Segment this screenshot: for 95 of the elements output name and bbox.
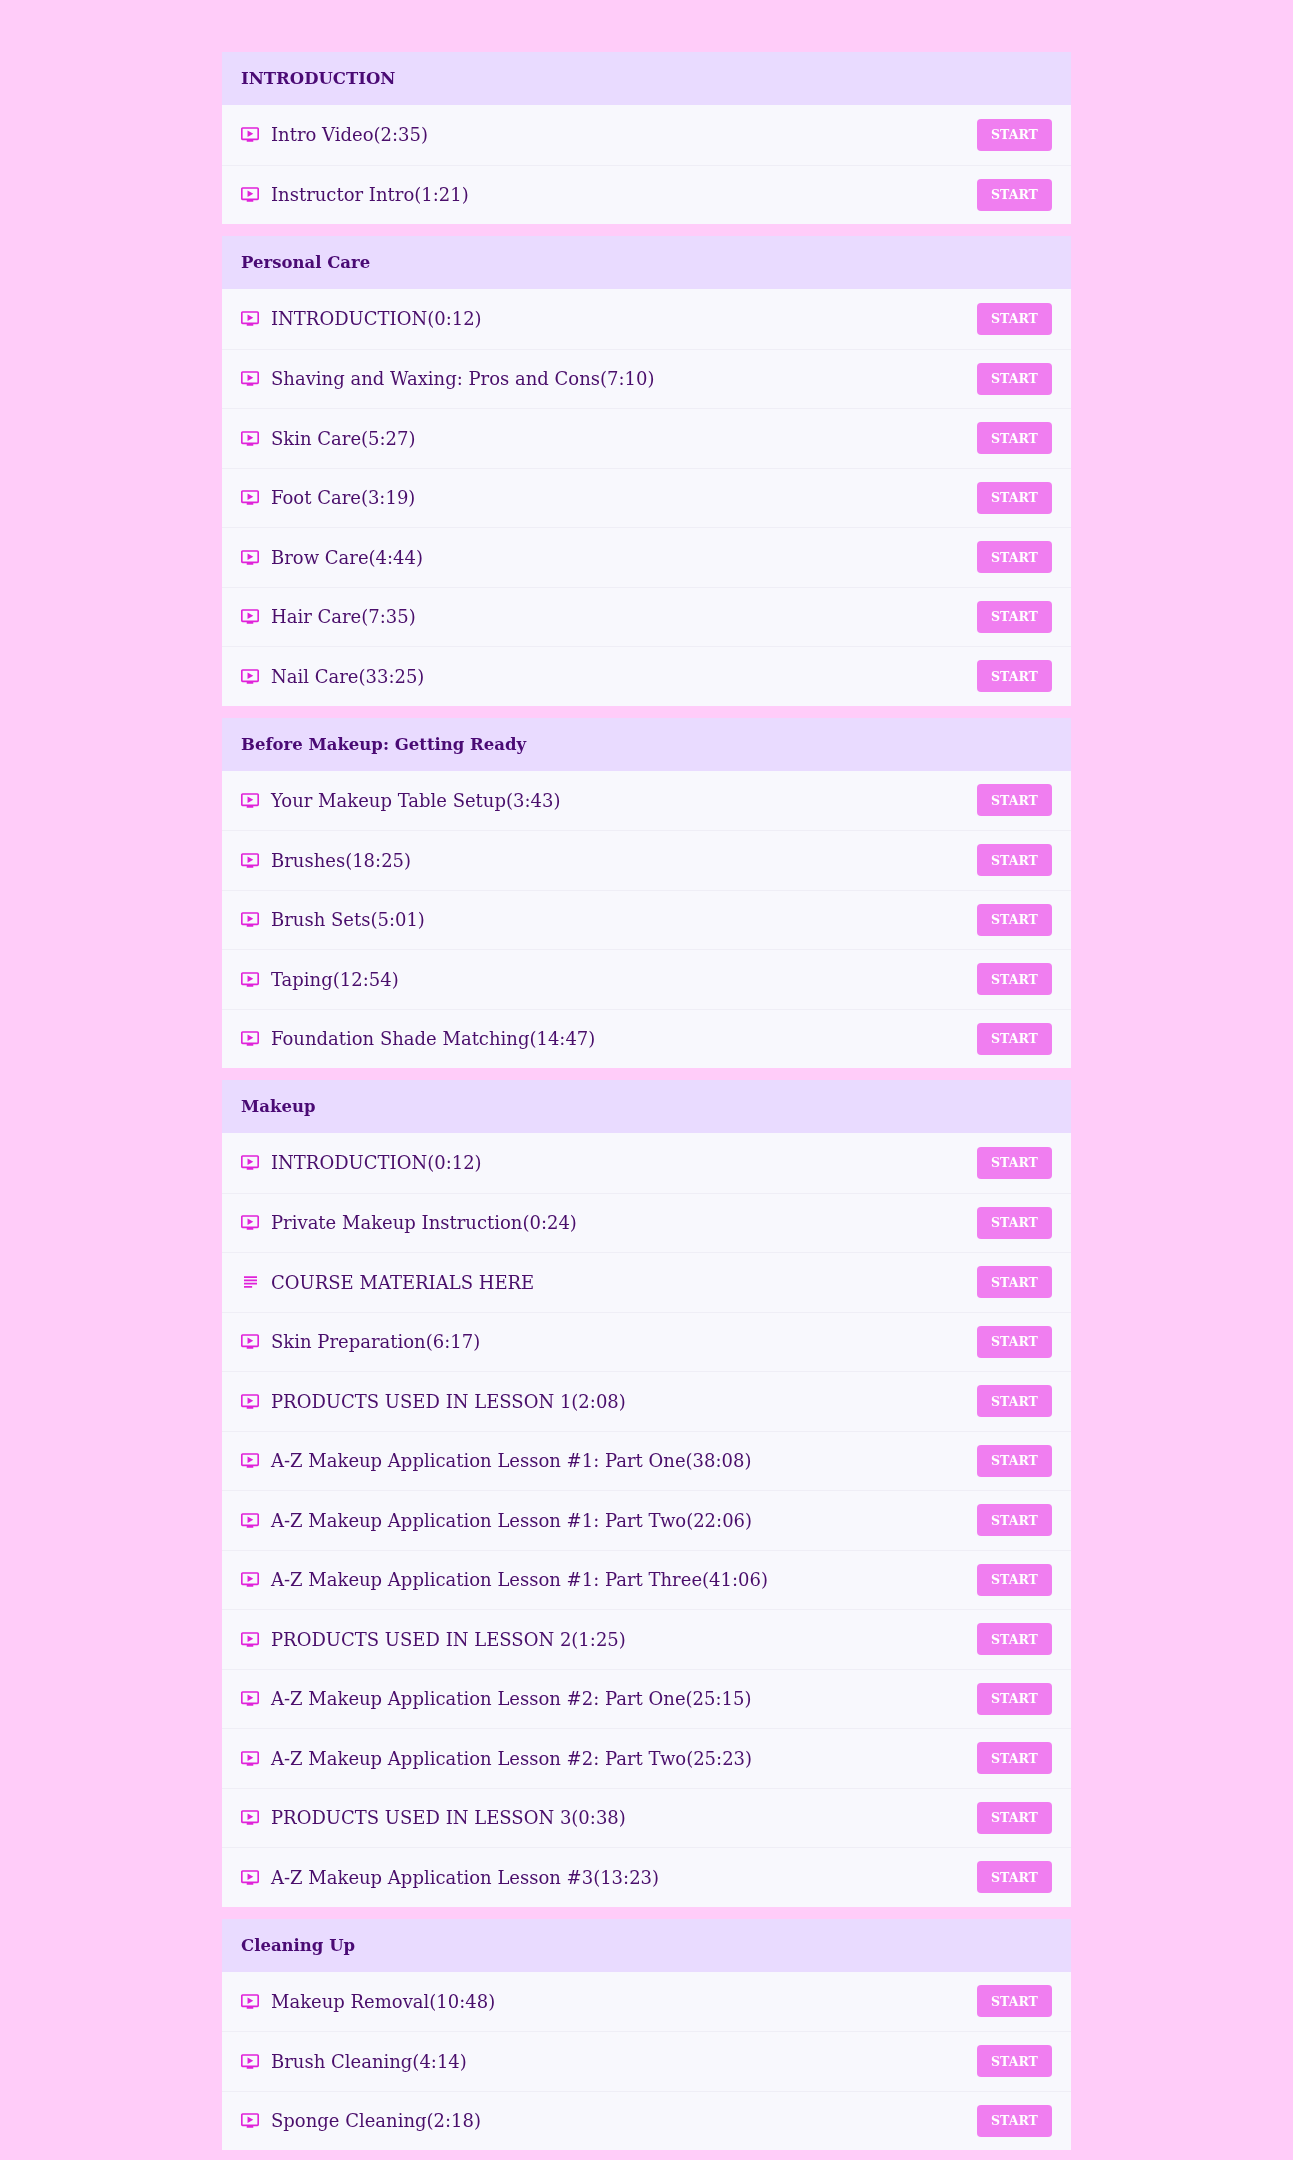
lesson-title: PRODUCTS USED IN LESSON 1(2:08) [271,1390,627,1412]
video-play-icon [241,127,259,143]
video-play-icon [241,2113,259,2129]
lesson-title: Sponge Cleaning(2:18) [271,2110,483,2132]
start-button[interactable]: START [977,541,1052,574]
start-button[interactable]: START [977,302,1052,335]
lesson-title: Foot Care(3:19) [271,487,417,509]
lesson-title: COURSE MATERIALS HERE [271,1271,536,1293]
start-button[interactable]: START [977,660,1052,693]
start-button[interactable]: START [977,1385,1052,1418]
lesson-title: Your Makeup Table Setup(3:43) [271,789,562,811]
lesson-title: INTRODUCTION(0:12) [271,308,483,330]
start-button[interactable]: START [977,2104,1052,2137]
start-button[interactable]: START [977,1206,1052,1239]
video-play-icon [241,912,259,928]
lesson-title: A-Z Makeup Application Lesson #1: Part Two(22:06) [271,1509,754,1531]
start-button[interactable]: START [977,1146,1052,1179]
lesson-title: Brushes(18:25) [271,849,413,871]
start-button[interactable]: START [977,118,1052,151]
lesson-title: Taping(12:54) [271,968,400,990]
video-play-icon [241,1334,259,1350]
lesson-title: A-Z Makeup Application Lesson #2: Part One(25:15) [271,1688,753,1710]
lesson-title: Brush Sets(5:01) [271,909,426,931]
lesson-title: Brush Cleaning(4:14) [271,2050,468,2072]
lesson-title: A-Z Makeup Application Lesson #2: Part Two(25:23) [271,1747,754,1769]
start-button[interactable]: START [977,600,1052,633]
video-play-icon [241,1572,259,1588]
start-button[interactable]: START [977,1861,1052,1894]
section-title: Before Makeup: Getting Ready [241,734,527,754]
video-play-icon [241,1155,259,1171]
section-title: Personal Care [241,253,371,272]
start-button[interactable]: START [977,481,1052,514]
start-button[interactable]: START [977,1444,1052,1477]
video-play-icon [241,1750,259,1766]
video-play-icon [241,1691,259,1707]
lesson-title: INTRODUCTION(0:12) [271,1152,483,1174]
video-play-icon [241,187,259,203]
video-play-icon [241,1453,259,1469]
lesson-title: A-Z Makeup Application Lesson #1: Part One(38:08) [271,1450,753,1472]
section-title: Makeup [241,1097,316,1116]
lesson-title: Brow Care(4:44) [271,546,425,568]
lesson-title: Intro Video(2:35) [271,124,430,146]
lesson-title: Skin Preparation(6:17) [271,1331,482,1353]
lesson-title: Skin Care(5:27) [271,427,417,449]
start-button[interactable]: START [977,178,1052,211]
video-play-icon [241,668,259,684]
lesson-title: Makeup Removal(10:48) [271,1990,497,2012]
start-button[interactable]: START [977,1623,1052,1656]
video-play-icon [241,971,259,987]
section-title: INTRODUCTION [241,69,396,88]
start-button[interactable]: START [977,963,1052,996]
lesson-title: Instructor Intro(1:21) [271,184,470,206]
start-button[interactable]: START [977,422,1052,455]
lesson-title: PRODUCTS USED IN LESSON 3(0:38) [271,1807,627,1829]
start-button[interactable]: START [977,1985,1052,2018]
start-button[interactable]: START [977,2045,1052,2078]
start-button[interactable]: START [977,1742,1052,1775]
video-play-icon [241,490,259,506]
video-play-icon [241,1031,259,1047]
lesson-title: Foundation Shade Matching(14:47) [271,1028,597,1050]
start-button[interactable]: START [977,1022,1052,1055]
video-play-icon [241,1869,259,1885]
text-lines-icon [244,1276,257,1289]
start-button[interactable]: START [977,903,1052,936]
video-play-icon [241,852,259,868]
start-button[interactable]: START [977,1266,1052,1299]
lesson-title: A-Z Makeup Application Lesson #3(13:23) [271,1866,661,1888]
section-title: Cleaning Up [241,1935,356,1955]
lesson-title: Private Makeup Instruction(0:24) [271,1212,578,1234]
video-play-icon [241,1215,259,1231]
video-play-icon [241,792,259,808]
video-play-icon [241,1993,259,2009]
video-play-icon [241,371,259,387]
lesson-title: Shaving and Waxing: Pros and Cons(7:10) [271,368,656,390]
start-button[interactable]: START [977,1801,1052,1834]
video-play-icon [241,2053,259,2069]
video-play-icon [241,1393,259,1409]
video-play-icon [241,549,259,565]
start-button[interactable]: START [977,784,1052,817]
start-button[interactable]: START [977,1504,1052,1537]
lesson-title: A-Z Makeup Application Lesson #1: Part Three(41:06) [271,1569,769,1591]
video-play-icon [241,1810,259,1826]
video-play-icon [241,430,259,446]
video-play-icon [241,1631,259,1647]
start-button[interactable]: START [977,362,1052,395]
video-play-icon [241,311,259,327]
video-play-icon [241,609,259,625]
video-play-icon [241,1512,259,1528]
start-button[interactable]: START [977,1325,1052,1358]
start-button[interactable]: START [977,1682,1052,1715]
lesson-title: Nail Care(33:25) [271,665,426,687]
lesson-title: PRODUCTS USED IN LESSON 2(1:25) [271,1628,627,1650]
start-button[interactable]: START [977,1563,1052,1596]
start-button[interactable]: START [977,844,1052,877]
lesson-title: Hair Care(7:35) [271,606,417,628]
